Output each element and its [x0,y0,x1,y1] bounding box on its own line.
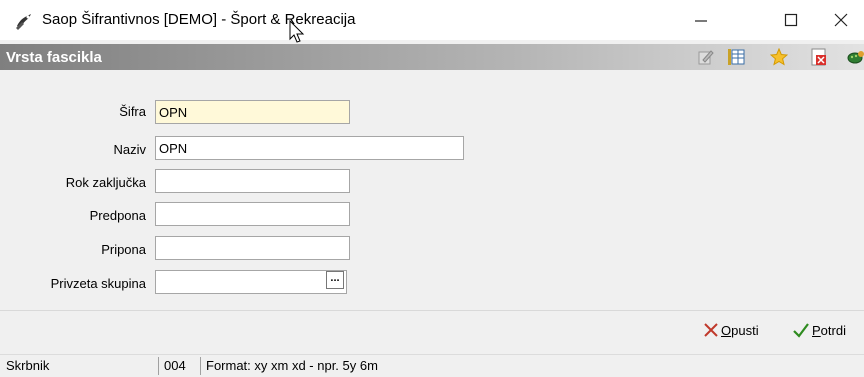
status-divider [158,357,159,375]
privzeta-skupina-label: Privzeta skupina [50,276,146,291]
cancel-accel: O [721,322,732,338]
cancel-label: pusti [731,322,759,338]
sifra-label: Šifra [119,104,146,119]
close-button[interactable] [818,6,864,34]
naziv-label: Naziv [113,142,146,157]
status-hint: Format: xy xm xd - npr. 5y 6m [206,358,378,373]
confirm-label: otrdi [820,322,846,338]
separator [0,310,864,311]
status-code: 004 [164,358,186,373]
pripona-field[interactable] [155,236,350,260]
confirm-button[interactable]: Potrdi [792,318,846,342]
predpona-label: Predpona [89,208,146,223]
cancel-x-icon [704,323,718,337]
delete-icon[interactable] [810,48,828,66]
status-field-name: Skrbnik [6,358,50,373]
table-icon[interactable] [727,48,745,66]
maximize-icon [784,13,798,27]
confirm-accel: P [812,322,821,338]
predpona-field[interactable] [155,202,350,226]
privzeta-skupina-field[interactable] [155,270,347,294]
favorite-star-icon[interactable] [770,48,788,66]
pripona-label: Pripona [101,242,146,257]
window-title: Saop Šifrantivnos [DEMO] - Šport & Rekre… [42,11,356,28]
rok-zakljucka-label: Rok zaključka [65,175,146,190]
window-titlebar: Saop Šifrantivnos [DEMO] - Šport & Rekre… [0,0,864,43]
sifra-field[interactable]: OPN [155,100,350,124]
status-bar: Skrbnik 004 Format: xy xm xd - npr. 5y 6… [0,354,864,377]
turtle-icon[interactable] [846,48,864,66]
minimize-button[interactable] [678,6,724,34]
status-divider [200,357,201,375]
minimize-icon [695,20,707,22]
mouse-cursor-icon [289,20,305,43]
panel-title: Vrsta fascikla [6,49,102,66]
app-logo-icon [16,14,31,30]
checkmark-icon [793,323,809,338]
cancel-button[interactable]: Opusti [703,318,759,342]
close-icon [834,13,848,27]
naziv-field[interactable]: OPN [155,136,464,160]
edit-icon[interactable] [697,48,715,66]
rok-zakljucka-field[interactable] [155,169,350,193]
maximize-button[interactable] [768,6,814,34]
privzeta-skupina-browse-button[interactable]: ... [326,271,344,289]
